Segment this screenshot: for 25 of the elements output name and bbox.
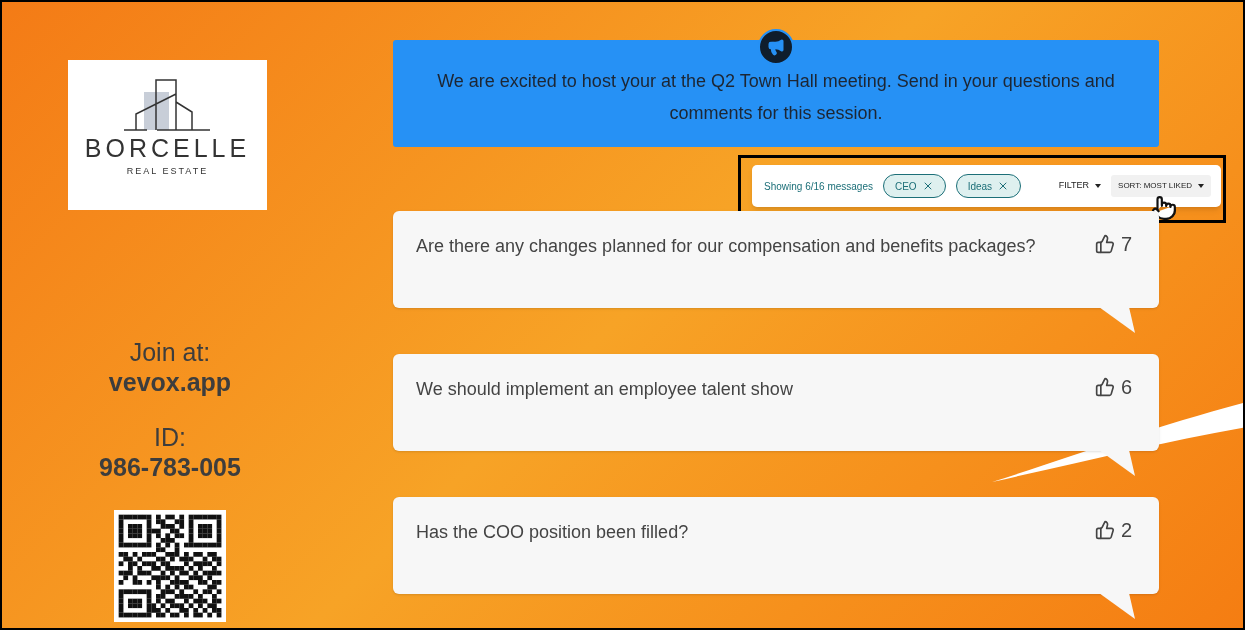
- thumbs-up-icon: [1094, 377, 1115, 397]
- like-count[interactable]: 6: [1094, 375, 1132, 451]
- id-value: 986-783-005: [99, 452, 241, 482]
- message-text: Are there any changes planned for our compensation and benefits packages?: [416, 235, 1037, 258]
- logo-name: BORCELLE: [84, 136, 251, 161]
- megaphone-icon: [767, 38, 785, 56]
- logo-tagline: REAL ESTATE: [126, 165, 209, 178]
- caret-icon: [1198, 184, 1204, 188]
- message-count: Showing 6/16 messages: [764, 179, 873, 194]
- like-count[interactable]: 7: [1094, 232, 1132, 308]
- filter-chip[interactable]: Ideas: [955, 174, 1022, 198]
- join-label: Join at:: [129, 337, 211, 367]
- id-label: ID:: [154, 422, 186, 452]
- message-text: We should implement an employee talent show: [416, 378, 794, 401]
- like-count[interactable]: 2: [1094, 518, 1132, 594]
- thumbs-up-icon: [1094, 234, 1115, 254]
- join-url: vevox.app: [108, 367, 232, 397]
- caret-icon: [1095, 184, 1102, 188]
- message-text: Has the COO position been filled?: [416, 521, 690, 544]
- building-icon: [123, 78, 212, 132]
- sort-dropdown[interactable]: SORT: MOST LIKED: [1111, 175, 1211, 197]
- thumbs-up-icon: [1094, 520, 1115, 540]
- announcement-text: We are excited to host your at the Q2 Town Hall meeting. Send in your questions and comments for this session.: [436, 69, 1116, 125]
- filter-dropdown[interactable]: FILTER: [1058, 179, 1102, 193]
- filter-chip[interactable]: CEO: [882, 174, 946, 198]
